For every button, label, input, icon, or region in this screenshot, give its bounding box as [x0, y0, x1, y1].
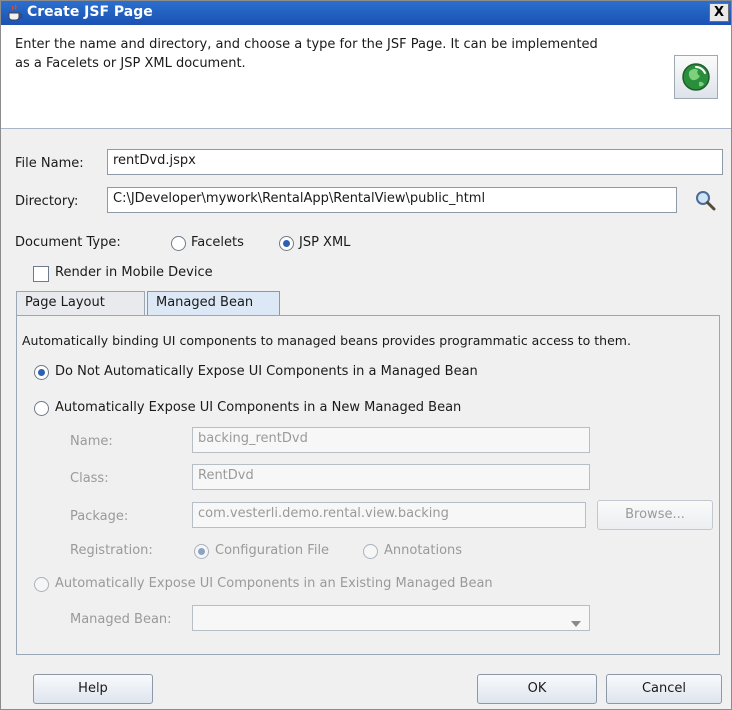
new-bean-radio[interactable] [34, 401, 49, 416]
render-mobile-label: Render in Mobile Device [55, 265, 213, 280]
header-description: Enter the name and directory, and choose… [15, 37, 598, 71]
directory-input[interactable]: C:\JDeveloper\mywork\RentalApp\RentalVie… [107, 187, 677, 213]
managed-bean-intro: Automatically binding UI components to m… [22, 333, 631, 348]
name-label: Name: [70, 434, 113, 449]
browse-button[interactable]: Browse... [597, 500, 713, 530]
do-not-expose-radio[interactable] [34, 365, 49, 380]
existing-bean-radio[interactable] [34, 577, 49, 592]
close-button[interactable]: X [709, 3, 729, 22]
cancel-button[interactable]: Cancel [606, 674, 722, 704]
wizard-globe-icon [674, 55, 718, 99]
help-button[interactable]: Help [33, 674, 153, 704]
do-not-expose-label: Do Not Automatically Expose UI Component… [55, 364, 478, 379]
name-input[interactable]: backing_rentDvd [192, 427, 590, 453]
class-input[interactable]: RentDvd [192, 464, 590, 490]
configuration-file-label: Configuration File [215, 543, 330, 558]
managed-bean-label: Managed Bean: [70, 612, 172, 627]
search-icon[interactable] [693, 189, 717, 213]
jsp-xml-radio[interactable] [279, 236, 294, 251]
file-name-label: File Name: [15, 156, 84, 171]
annotations-label: Annotations [384, 543, 463, 558]
managed-bean-select[interactable] [192, 605, 590, 631]
ok-button[interactable]: OK [477, 674, 597, 704]
package-input[interactable]: com.vesterli.demo.rental.view.backing [192, 502, 586, 528]
facelets-label: Facelets [191, 235, 244, 250]
tab-page-layout[interactable]: Page Layout [16, 291, 145, 315]
jsp-xml-label: JSP XML [299, 235, 351, 250]
tab-managed-bean[interactable]: Managed Bean [147, 291, 280, 315]
render-mobile-checkbox[interactable] [33, 266, 49, 282]
configuration-file-radio[interactable] [194, 544, 209, 559]
dropdown-arrow-icon[interactable] [571, 616, 581, 631]
dialog-title: Create JSF Page [27, 4, 153, 20]
managed-bean-panel: Automatically binding UI components to m… [16, 315, 720, 655]
file-name-input[interactable]: rentDvd.jspx [107, 149, 723, 175]
create-jsf-page-dialog: Create JSF Page X Enter the name and dir… [0, 0, 732, 710]
document-type-label: Document Type: [15, 235, 121, 250]
package-label: Package: [70, 509, 129, 524]
annotations-radio[interactable] [363, 544, 378, 559]
class-label: Class: [70, 471, 109, 486]
registration-label: Registration: [70, 543, 153, 558]
dialog-header: Enter the name and directory, and choose… [1, 25, 731, 129]
directory-label: Directory: [15, 194, 79, 209]
title-bar: Create JSF Page X [1, 1, 731, 25]
coffee-cup-icon [6, 4, 24, 22]
existing-bean-option-label: Automatically Expose UI Components in an… [55, 576, 493, 591]
facelets-radio[interactable] [171, 236, 186, 251]
new-bean-label: Automatically Expose UI Components in a … [55, 400, 462, 415]
